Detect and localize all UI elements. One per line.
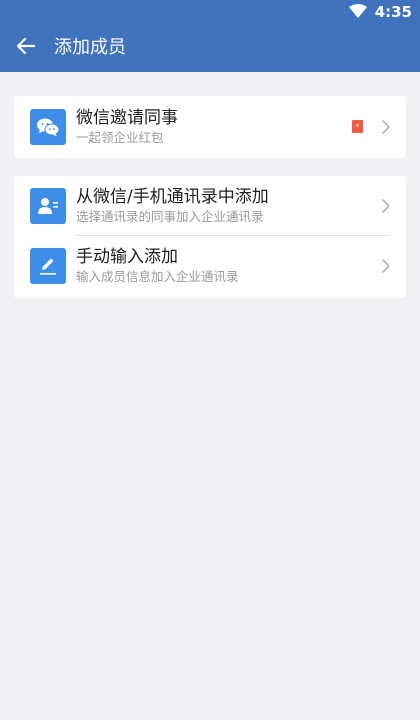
wifi-icon [348, 3, 367, 22]
app-bar: 添加成员 [0, 24, 420, 72]
add-from-contacts-row[interactable]: 从微信/手机通讯录中添加 选择通讯录的同事加入企业通讯录 [14, 176, 406, 236]
wechat-invite-row[interactable]: 微信邀请同事 一起领企业红包 [14, 97, 406, 157]
status-indicators: 4:35 [348, 2, 412, 22]
chevron-right-icon [382, 199, 390, 213]
contact-card-icon [30, 188, 66, 224]
invite-subtitle: 一起领企业红包 [76, 130, 164, 145]
red-packet-icon [352, 120, 363, 133]
manual-add-row[interactable]: 手动输入添加 输入成员信息加入企业通讯录 [14, 236, 406, 296]
chevron-right-icon [382, 259, 390, 273]
pencil-icon [30, 248, 66, 284]
manual-subtitle: 输入成员信息加入企业通讯录 [76, 269, 239, 284]
wechat-icon [30, 109, 66, 145]
contacts-title: 从微信/手机通讯录中添加 [76, 187, 269, 207]
manual-title: 手动输入添加 [76, 247, 178, 267]
status-bar: 4:35 [0, 0, 420, 24]
arrow-back-icon [16, 37, 36, 58]
back-button[interactable] [8, 30, 44, 66]
add-members-card: 从微信/手机通讯录中添加 选择通讯录的同事加入企业通讯录 手动输入添加 输入成员… [14, 176, 406, 298]
invite-title: 微信邀请同事 [76, 108, 178, 128]
chevron-right-icon [382, 120, 390, 134]
page-title: 添加成员 [54, 37, 126, 58]
invite-card: 微信邀请同事 一起领企业红包 [14, 96, 406, 158]
status-time: 4:35 [374, 3, 412, 21]
contacts-subtitle: 选择通讯录的同事加入企业通讯录 [76, 209, 264, 224]
